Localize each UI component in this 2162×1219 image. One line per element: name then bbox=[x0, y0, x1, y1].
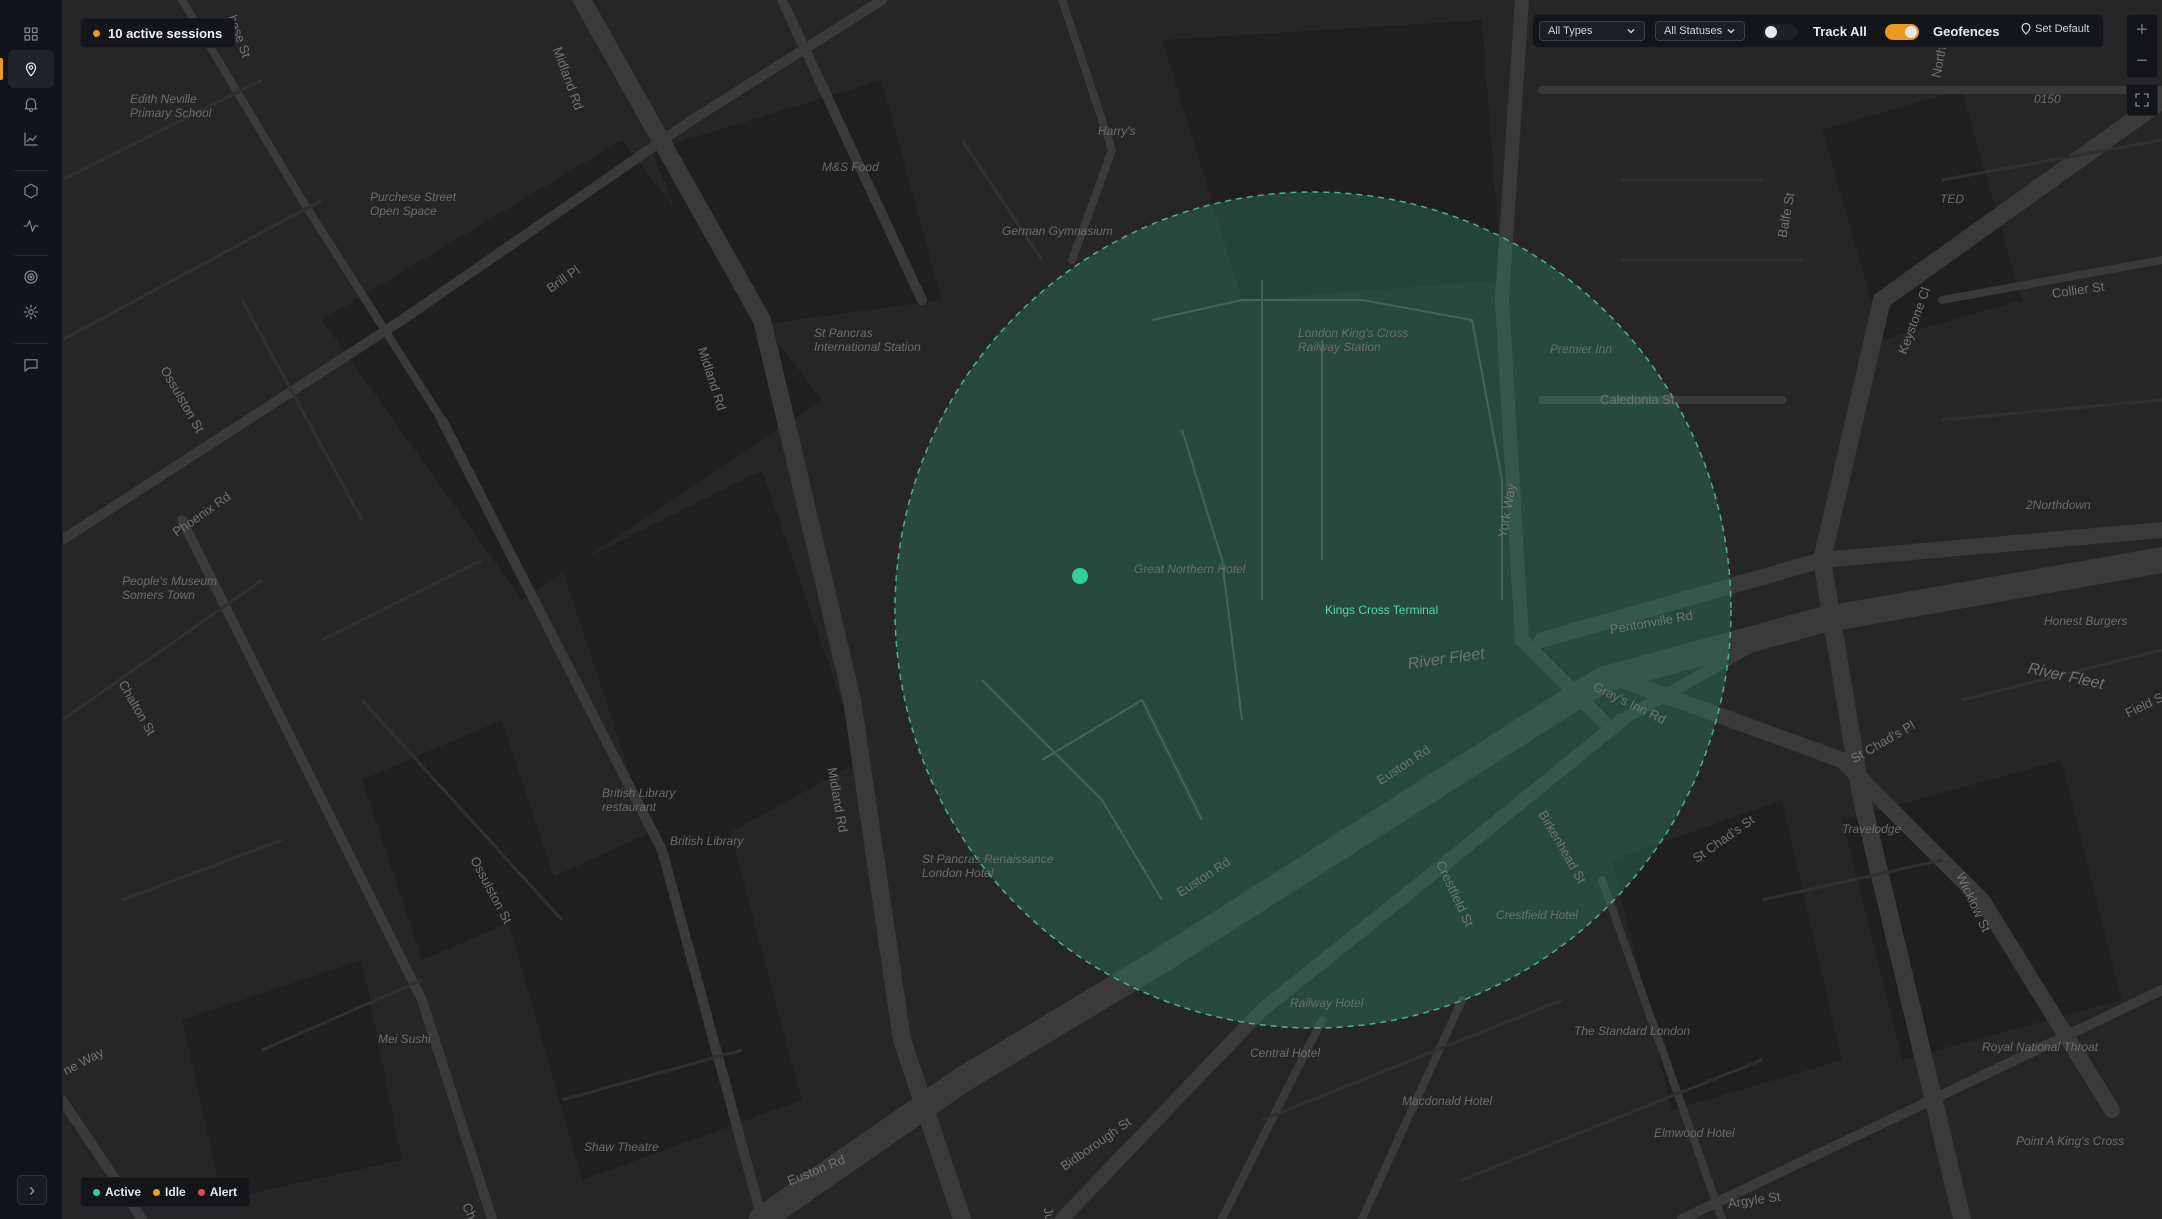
toggle-knob bbox=[1765, 26, 1777, 38]
sidebar: › bbox=[0, 0, 63, 1219]
target-icon bbox=[24, 270, 38, 284]
map-label: London King's Cross Railway Station bbox=[1298, 326, 1409, 354]
type-filter-select[interactable]: All Types bbox=[1539, 21, 1645, 41]
map-label: Elmwood Hotel bbox=[1654, 1126, 1735, 1140]
map-canvas[interactable]: Edith Neville Primary School Purchese Str… bbox=[62, 0, 2162, 1219]
sidebar-item-analytics[interactable] bbox=[8, 120, 54, 158]
map-pin-icon bbox=[2021, 23, 2031, 35]
map-label: 2Northdown bbox=[2026, 498, 2091, 512]
map-label: People's Museum Somers Town bbox=[122, 574, 218, 602]
map-label: The Standard London bbox=[1574, 1024, 1691, 1038]
zoom-controls: + − bbox=[2126, 14, 2158, 78]
legend-item-active: Active bbox=[93, 1185, 141, 1199]
map-label: Travelodge bbox=[1842, 822, 1902, 836]
map-label: Central Hotel bbox=[1250, 1046, 1321, 1060]
map-label: Great Northern Hotel bbox=[1134, 562, 1246, 576]
sidebar-item-map[interactable] bbox=[0, 50, 54, 88]
sidebar-item-messages[interactable] bbox=[8, 346, 54, 384]
legend-item-idle: Idle bbox=[153, 1185, 186, 1199]
set-default-button[interactable]: Set Default bbox=[2021, 23, 2089, 35]
map-label: Caledonia St bbox=[1600, 392, 1675, 407]
chevron-right-icon: › bbox=[29, 1179, 35, 1200]
status-dot-icon bbox=[153, 1188, 161, 1196]
gear-icon bbox=[23, 304, 39, 320]
toggle-knob bbox=[1905, 26, 1917, 38]
status-dot-icon bbox=[93, 29, 100, 37]
map-toolbar: All Types All Statuses Track All Geofenc… bbox=[1532, 14, 2104, 48]
map-label: German Gymnasium bbox=[1002, 224, 1113, 238]
map-base-layer bbox=[62, 0, 2162, 1219]
track-all-label: Track All bbox=[1813, 24, 1867, 39]
map-pin-icon bbox=[25, 62, 37, 77]
map-label: Shaw Theatre bbox=[584, 1140, 659, 1154]
map-label: Crestfield Hotel bbox=[1496, 908, 1579, 922]
map-label: Harry's bbox=[1098, 124, 1136, 138]
status-filter-select[interactable]: All Statuses bbox=[1655, 21, 1745, 41]
set-default-label: Set Default bbox=[2035, 23, 2090, 35]
legend-item-alert: Alert bbox=[197, 1185, 238, 1199]
geofence-label[interactable]: Kings Cross Terminal bbox=[1325, 603, 1438, 617]
session-marker[interactable] bbox=[1072, 568, 1088, 584]
map-label: TED bbox=[1940, 192, 1964, 206]
sidebar-expand-button[interactable]: › bbox=[17, 1175, 47, 1205]
hexagon-icon bbox=[24, 183, 38, 199]
type-filter-value: All Types bbox=[1548, 25, 1593, 37]
sidebar-item-activity[interactable] bbox=[8, 207, 54, 245]
map-label: 0150 bbox=[2034, 92, 2061, 106]
sidebar-item-settings[interactable] bbox=[8, 293, 54, 331]
track-all-toggle[interactable] bbox=[1763, 24, 1797, 40]
fullscreen-icon bbox=[2135, 93, 2149, 107]
chevron-down-icon bbox=[1627, 28, 1635, 34]
map-label: Honest Burgers bbox=[2044, 614, 2128, 628]
map-label: Railway Hotel bbox=[1290, 996, 1364, 1010]
fullscreen-button[interactable] bbox=[2126, 84, 2158, 116]
bell-icon bbox=[24, 98, 38, 113]
legend-label: Active bbox=[105, 1185, 142, 1199]
map-label: St Pancras Renaissance London Hotel bbox=[922, 852, 1054, 880]
zoom-out-button[interactable]: − bbox=[2127, 46, 2157, 77]
sidebar-item-geofences[interactable] bbox=[8, 172, 54, 210]
grid-icon bbox=[24, 27, 38, 41]
map-label: M&S Food bbox=[822, 160, 879, 174]
map-label: Premier Inn bbox=[1550, 342, 1613, 356]
geofences-label: Geofences bbox=[1933, 24, 2000, 39]
sidebar-item-dashboard[interactable] bbox=[8, 15, 54, 53]
map-label: Point A King's Cross bbox=[2016, 1134, 2125, 1148]
legend-label: Alert bbox=[209, 1185, 238, 1199]
geofences-toggle[interactable] bbox=[1885, 24, 1919, 40]
map-label: Royal National Throat bbox=[1982, 1040, 2099, 1054]
status-legend: Active Idle Alert bbox=[80, 1177, 251, 1207]
legend-label: Idle bbox=[165, 1185, 186, 1199]
chevron-down-icon bbox=[1727, 28, 1735, 34]
map-label: Purchese Street Open Space bbox=[370, 190, 457, 218]
map-label: St Pancras International Station bbox=[814, 326, 921, 354]
active-sessions-label: 10 active sessions bbox=[108, 25, 223, 41]
map-label: Edith Neville Primary School bbox=[130, 92, 212, 120]
map-label: British Library restaurant bbox=[602, 786, 676, 814]
map-label: Macdonald Hotel bbox=[1402, 1094, 1493, 1108]
zoom-in-button[interactable]: + bbox=[2127, 15, 2157, 46]
status-dot-icon bbox=[93, 1188, 100, 1196]
status-filter-value: All Statuses bbox=[1664, 25, 1723, 37]
sidebar-item-alerts[interactable] bbox=[8, 85, 54, 123]
map-label: British Library bbox=[670, 834, 744, 848]
map-label: Mei Sushi bbox=[378, 1032, 431, 1046]
activity-icon bbox=[23, 220, 39, 232]
message-icon bbox=[24, 359, 38, 372]
status-dot-icon bbox=[197, 1188, 205, 1196]
chart-line-icon bbox=[24, 132, 38, 146]
sidebar-item-tracking[interactable] bbox=[8, 258, 54, 296]
active-sessions-badge: 10 active sessions bbox=[80, 18, 236, 48]
